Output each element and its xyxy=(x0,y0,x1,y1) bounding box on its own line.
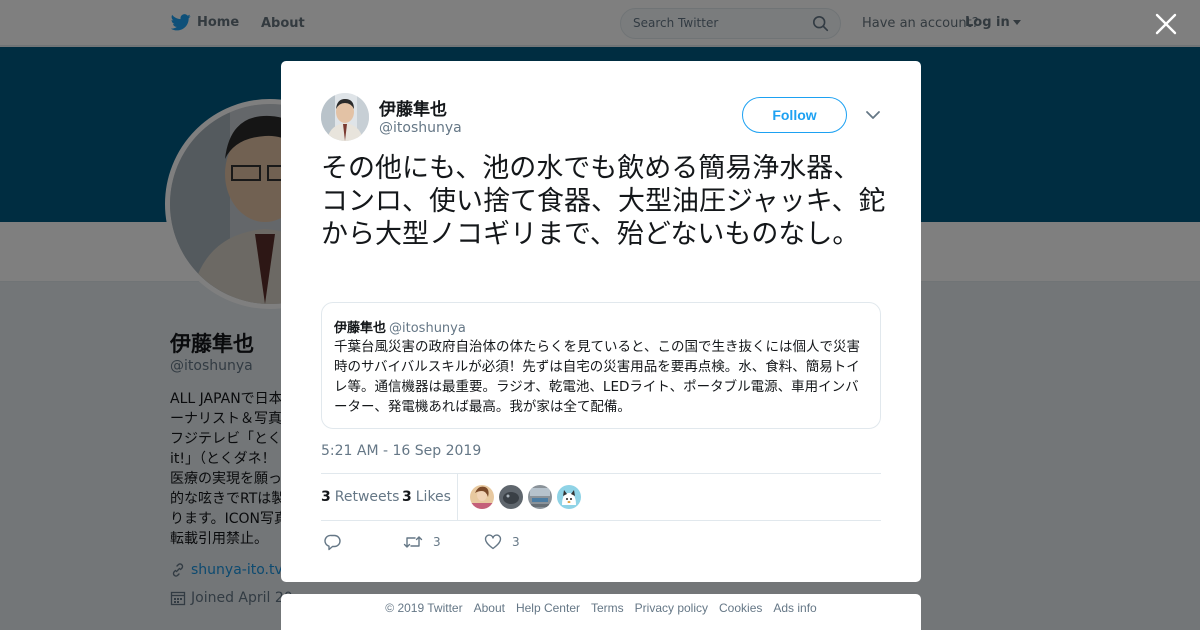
footer-link-terms[interactable]: Terms xyxy=(591,601,624,615)
retweet-icon xyxy=(403,536,423,548)
author-handle[interactable]: @itoshunya xyxy=(379,120,462,136)
chevron-down-icon[interactable] xyxy=(865,109,881,121)
footer-link-ads-info[interactable]: Ads info xyxy=(773,601,816,615)
retweet-button[interactable]: 3 xyxy=(403,533,441,551)
footer-link-privacy-policy[interactable]: Privacy policy xyxy=(635,601,708,615)
author-avatar-image xyxy=(321,93,369,141)
liker-avatar[interactable] xyxy=(499,485,523,509)
reply-button[interactable] xyxy=(324,533,352,551)
like-action-count: 3 xyxy=(512,535,520,549)
author-avatar[interactable] xyxy=(321,93,369,141)
stats-divider xyxy=(457,474,458,520)
quoted-author-name: 伊藤隼也 xyxy=(334,321,387,336)
likes-stat[interactable]: 3 Likes xyxy=(402,489,451,505)
quoted-tweet-text: 千葉台風災害の政府自治体の体たらくを見ていると、この国で生き抜くには個人で災害時… xyxy=(334,339,860,415)
likes-count: 3 xyxy=(402,489,412,505)
retweets-count: 3 xyxy=(321,489,331,505)
quoted-tweet-header: 伊藤隼也 @itoshunya xyxy=(334,317,466,336)
like-button[interactable]: 3 xyxy=(484,533,520,551)
liker-avatar[interactable] xyxy=(528,485,552,509)
tweet-actions: 3 3 xyxy=(321,531,881,555)
quoted-tweet[interactable]: 伊藤隼也 @itoshunya 千葉台風災害の政府自治体の体たらくを見ていると、こ… xyxy=(321,302,881,429)
tweet-permalink-modal: 伊藤隼也 @itoshunya Follow その他にも、池の水でも飲める簡易浄… xyxy=(281,61,921,582)
footer: © 2019 Twitter About Help Center Terms P… xyxy=(281,594,921,630)
reply-icon xyxy=(324,534,341,551)
author-name[interactable]: 伊藤隼也 xyxy=(379,95,447,120)
quoted-author-handle: @itoshunya xyxy=(389,321,466,336)
tweet-timestamp[interactable]: 5:21 AM - 16 Sep 2019 xyxy=(321,443,481,459)
footer-copyright: © 2019 Twitter xyxy=(385,601,463,615)
tweet-text: その他にも、池の水でも飲める簡易浄水器、コンロ、使い捨て食器、大型油圧ジャッキ、… xyxy=(321,153,886,250)
retweets-stat[interactable]: 3 Retweets xyxy=(321,489,399,505)
retweet-action-count: 3 xyxy=(433,535,441,549)
liker-avatars xyxy=(470,485,586,509)
likes-label: Likes xyxy=(415,489,451,505)
close-icon[interactable] xyxy=(1153,11,1179,37)
footer-link-help-center[interactable]: Help Center xyxy=(516,601,580,615)
footer-link-about[interactable]: About xyxy=(474,601,505,615)
liker-avatar[interactable] xyxy=(557,485,581,509)
heart-icon xyxy=(484,534,502,550)
tweet-stats: 3 Retweets 3 Likes xyxy=(321,473,881,521)
liker-avatar[interactable] xyxy=(470,485,494,509)
follow-button[interactable]: Follow xyxy=(742,97,847,133)
retweets-label: Retweets xyxy=(334,489,400,505)
footer-link-cookies[interactable]: Cookies xyxy=(719,601,762,615)
